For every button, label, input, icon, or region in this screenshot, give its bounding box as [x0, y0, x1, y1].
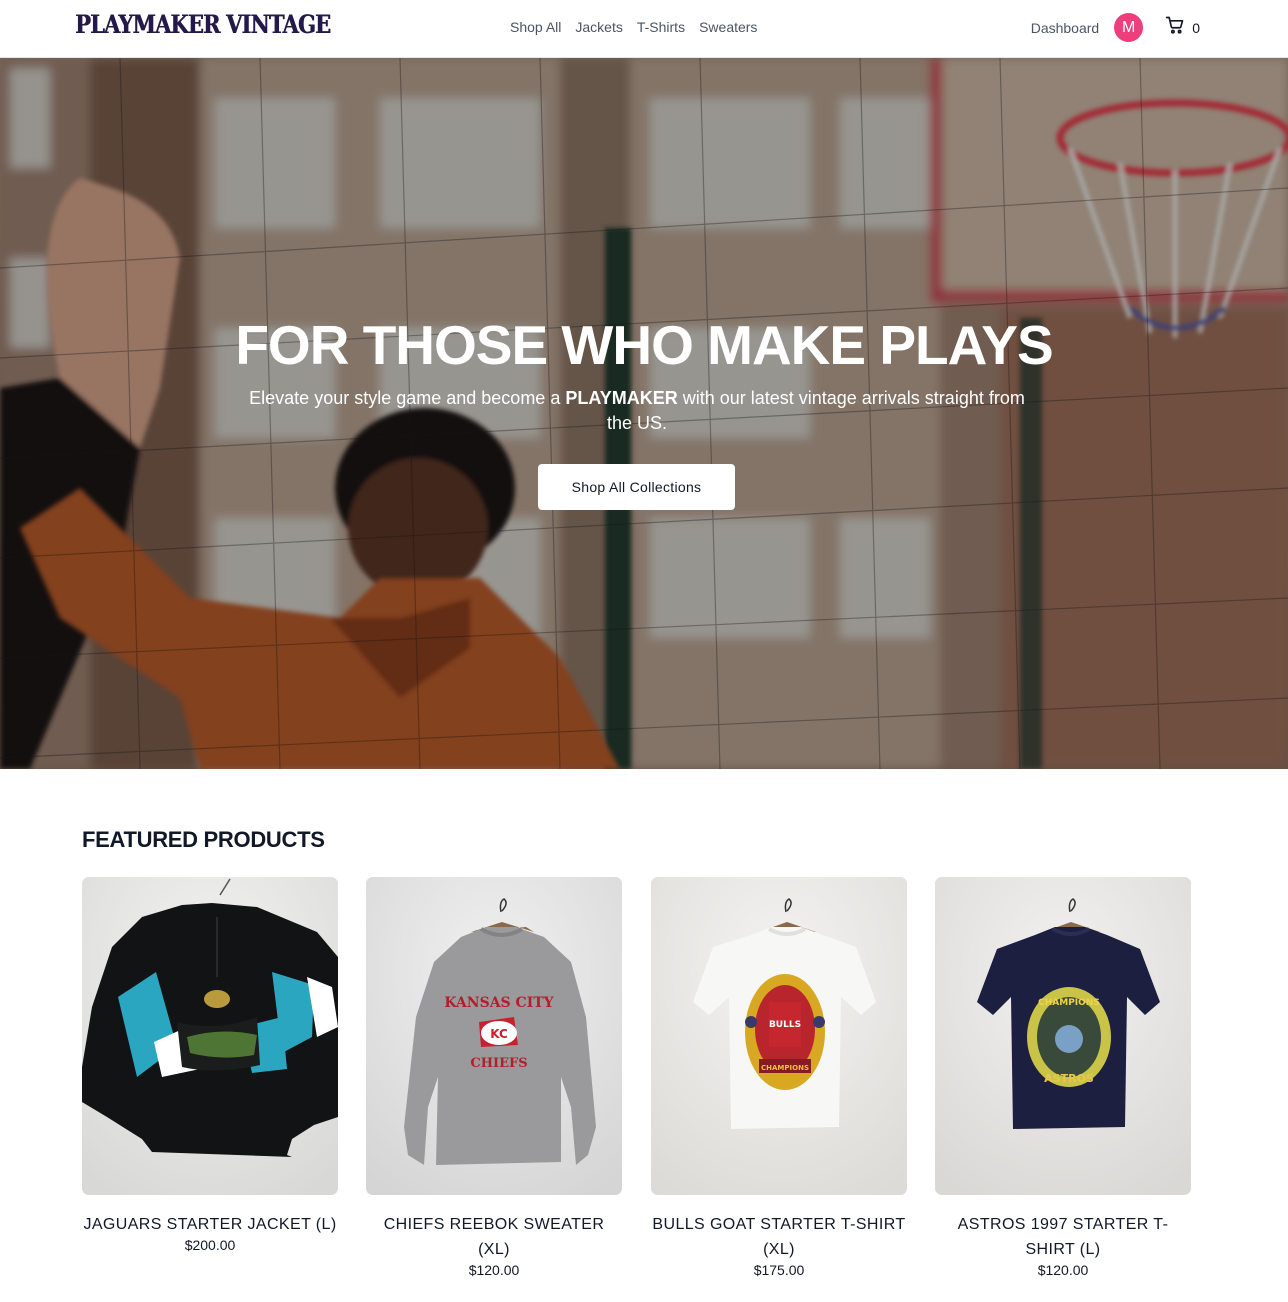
product-price: $120.00 — [468, 1262, 520, 1278]
hero-title: FOR THOSE WHO MAKE PLAYS — [235, 314, 1053, 376]
product-image[interactable] — [82, 877, 338, 1195]
product-image[interactable]: BULLS CHAMPIONS — [651, 877, 907, 1195]
product-image[interactable]: KANSAS CITY KC CHIEFS — [366, 877, 622, 1195]
product-price: $175.00 — [753, 1262, 805, 1278]
nav-link-shop-all[interactable]: Shop All — [510, 19, 561, 35]
brand-logo[interactable]: PLAYMAKER VINTAGE — [75, 10, 331, 39]
hero-banner: FOR THOSE WHO MAKE PLAYS Elevate your st… — [0, 58, 1288, 769]
hero-subtitle-brand: PLAYMAKER — [565, 388, 678, 408]
nav-link-t-shirts[interactable]: T-Shirts — [637, 19, 685, 35]
hero-subtitle: Elevate your style game and become a PLA… — [244, 386, 1030, 436]
featured-products-heading: FEATURED PRODUCTS — [82, 827, 325, 852]
product-price: $200.00 — [184, 1237, 236, 1253]
svg-text:BULLS: BULLS — [769, 1020, 801, 1030]
nav-link-sweaters[interactable]: Sweaters — [699, 19, 757, 35]
hero-subtitle-pre: Elevate your style game and become a — [249, 388, 566, 408]
cart-icon — [1165, 15, 1185, 40]
svg-text:CHAMPIONS: CHAMPIONS — [761, 1064, 809, 1072]
svg-text:CHAMPIONS: CHAMPIONS — [1038, 998, 1100, 1008]
cart-button[interactable]: 0 — [1165, 15, 1200, 40]
product-price: $120.00 — [1037, 1262, 1089, 1278]
svg-text:ASTROS: ASTROS — [1044, 1072, 1094, 1085]
product-name[interactable]: JAGUARS STARTER JACKET (L) — [82, 1212, 338, 1237]
product-card-chiefs[interactable]: KANSAS CITY KC CHIEFS CHIEFS REEBOK SWEA… — [366, 877, 622, 1278]
nav-actions: Dashboard M 0 — [1031, 13, 1200, 42]
product-name[interactable]: BULLS GOAT STARTER T-SHIRT (XL) — [651, 1212, 907, 1262]
product-image[interactable]: CHAMPIONS ASTROS — [935, 877, 1191, 1195]
svg-text:KC: KC — [490, 1027, 508, 1041]
product-card-jaguars[interactable]: JAGUARS STARTER JACKET (L) $200.00 — [82, 877, 338, 1253]
featured-products-grid: JAGUARS STARTER JACKET (L) $200.00 KANSA… — [82, 877, 1191, 1297]
dashboard-link[interactable]: Dashboard — [1031, 20, 1100, 36]
top-navbar: PLAYMAKER VINTAGE Shop All Jackets T-Shi… — [0, 0, 1288, 58]
cart-count: 0 — [1192, 19, 1200, 36]
product-card-astros[interactable]: CHAMPIONS ASTROS ASTROS 1997 STARTER T-S… — [935, 877, 1191, 1278]
main-nav: Shop All Jackets T-Shirts Sweaters — [510, 19, 757, 35]
user-avatar[interactable]: M — [1114, 13, 1144, 42]
svg-text:KANSAS CITY: KANSAS CITY — [444, 995, 554, 1011]
svg-text:CHIEFS: CHIEFS — [470, 1056, 527, 1071]
nav-link-jackets[interactable]: Jackets — [575, 19, 622, 35]
shop-all-collections-button[interactable]: Shop All Collections — [538, 464, 735, 510]
product-name[interactable]: ASTROS 1997 STARTER T-SHIRT (L) — [935, 1212, 1191, 1262]
product-name[interactable]: CHIEFS REEBOK SWEATER (XL) — [366, 1212, 622, 1262]
product-card-bulls[interactable]: BULLS CHAMPIONS BULLS GOAT STARTER T-SHI… — [651, 877, 907, 1278]
